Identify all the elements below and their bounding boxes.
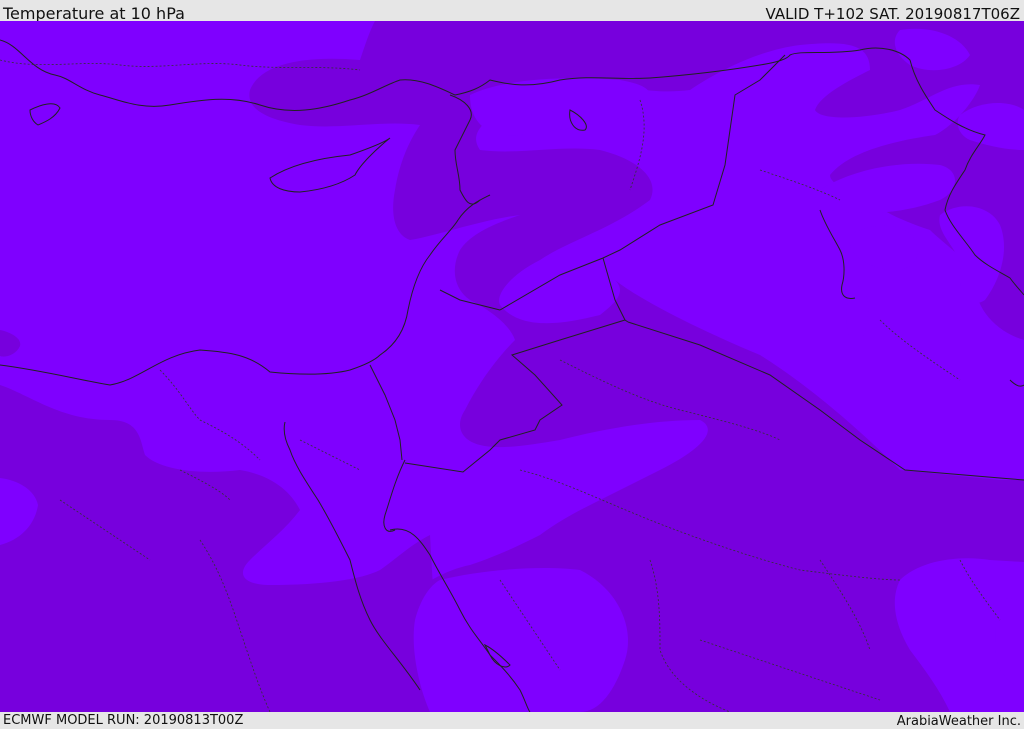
footer-bar: ECMWF MODEL RUN: 20190813T00Z ArabiaWeat… bbox=[0, 712, 1024, 729]
light-patch-redsea bbox=[413, 568, 628, 712]
credit-text: ArabiaWeather Inc. bbox=[896, 714, 1021, 729]
model-run: ECMWF MODEL RUN: 20190813T00Z bbox=[3, 713, 244, 728]
weather-map bbox=[0, 21, 1024, 712]
map-area[interactable] bbox=[0, 21, 1024, 712]
header-bar: Temperature at 10 hPa VALID T+102 SAT. 2… bbox=[0, 0, 1024, 23]
